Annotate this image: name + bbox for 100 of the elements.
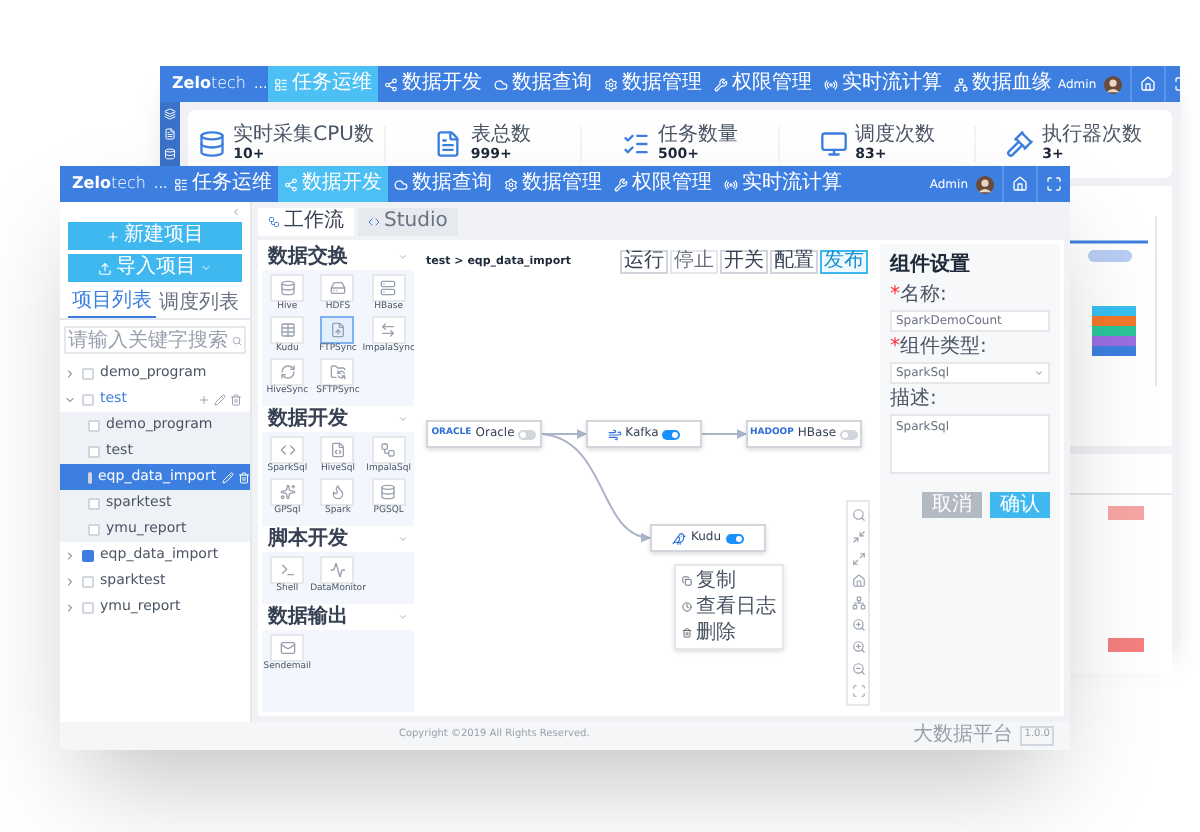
edit-icon[interactable] [214, 393, 226, 405]
stat-label: 实时采集CPU数 [233, 125, 374, 146]
broadcast-icon [724, 177, 738, 191]
database-icon [197, 130, 226, 158]
zoom-in-icon[interactable] [851, 640, 865, 654]
list-icon [274, 77, 288, 91]
nav-tab[interactable]: 权限管理 [708, 66, 818, 102]
product-name: 大数据平台 [912, 726, 1013, 746]
delete-icon[interactable] [230, 393, 242, 405]
nav-tab[interactable]: 数据血缘 [948, 66, 1058, 102]
list-tab[interactable]: 项目列表 [68, 288, 155, 318]
zoom-in-icon[interactable] [851, 618, 865, 632]
document-icon[interactable] [164, 128, 176, 140]
caret-icon[interactable] [64, 601, 76, 613]
caret-icon[interactable] [398, 252, 408, 262]
stat-label: 执行器次数 [1042, 125, 1143, 146]
plus-icon [106, 229, 120, 243]
menu-item[interactable]: 删除 [676, 620, 782, 646]
caret-icon[interactable] [64, 549, 76, 561]
document-icon [434, 130, 463, 158]
section-title: 数据输出 [268, 607, 348, 627]
flame-icon [329, 484, 346, 500]
database-icon[interactable] [164, 148, 176, 160]
workflow-icon [268, 216, 280, 228]
toggle-switch[interactable] [840, 429, 859, 439]
network-icon[interactable] [851, 596, 865, 610]
caret-icon[interactable] [64, 393, 76, 405]
nav-tab[interactable]: 数据管理 [498, 166, 608, 202]
toolbar-button[interactable]: 配置 [770, 250, 818, 274]
caret-icon[interactable] [64, 575, 76, 587]
nav-tab[interactable]: 权限管理 [608, 166, 718, 202]
toolbar-button[interactable]: 运行 [620, 250, 668, 274]
toolbar-button[interactable]: 停止 [670, 250, 718, 274]
toggle-switch[interactable] [725, 533, 744, 543]
expand-icon[interactable] [851, 552, 865, 566]
clock-icon [682, 602, 692, 612]
server-icon [380, 280, 397, 296]
search-icon[interactable] [232, 335, 242, 345]
layers-icon[interactable] [164, 108, 176, 120]
nav-tab[interactable]: 实时流计算 [818, 66, 948, 102]
component-tile[interactable] [320, 316, 355, 344]
code-file-icon [329, 442, 346, 458]
code-icon [279, 442, 296, 458]
field-label: 名称: [900, 286, 947, 306]
list-tab[interactable]: 调度列表 [155, 288, 242, 318]
avatar [1104, 75, 1123, 93]
nav-tab[interactable]: 数据查询 [388, 166, 498, 202]
search-icon[interactable] [851, 508, 865, 522]
editor-tab[interactable]: Studio [358, 208, 458, 236]
bird-icon [672, 531, 687, 545]
nav-tab[interactable]: 任务运维 [168, 166, 278, 202]
toggle-switch[interactable] [518, 429, 537, 439]
gavel-icon [1006, 130, 1035, 158]
avatar [976, 175, 994, 193]
menu-item[interactable]: 复制 [676, 568, 782, 594]
caret-icon[interactable] [398, 534, 408, 544]
settings-icon [604, 77, 618, 91]
caret-icon [200, 262, 212, 274]
wrench-icon [714, 77, 728, 91]
required-mark: * [890, 286, 900, 306]
copy-icon [682, 576, 692, 586]
required-mark: * [890, 338, 900, 358]
section-title: 脚本开发 [268, 529, 348, 549]
stat-label: 调度次数 [855, 125, 936, 146]
collapse-icon[interactable] [230, 206, 242, 218]
logo-text: Zelotech [172, 76, 246, 92]
checkbox[interactable] [82, 549, 94, 561]
add-icon[interactable] [198, 393, 210, 405]
database-icon [380, 484, 397, 500]
nav-tab[interactable]: 数据开发 [378, 66, 488, 102]
folder-sync-icon [329, 364, 346, 380]
stat-label: 表总数 [470, 125, 531, 146]
toolbar-button[interactable]: 开关 [720, 250, 768, 274]
home-icon[interactable] [851, 574, 865, 588]
menu-item[interactable]: 查看日志 [676, 594, 782, 620]
toggle-switch[interactable] [662, 429, 681, 439]
caret-icon[interactable] [398, 612, 408, 622]
logo-text: Zelotech [72, 176, 146, 192]
shrink-icon[interactable] [851, 530, 865, 544]
drive-icon [329, 280, 346, 296]
network-icon [954, 77, 968, 91]
nav-tab[interactable]: 数据管理 [598, 66, 708, 102]
broadcast-icon [824, 77, 838, 91]
stat-label: 任务数量 [657, 125, 738, 146]
caret-icon [1034, 368, 1044, 378]
checklist-icon [621, 130, 650, 158]
list-icon [174, 177, 188, 191]
caret-icon[interactable] [64, 367, 76, 379]
connector-arrow [701, 429, 747, 439]
toolbar-button[interactable]: 发布 [820, 250, 868, 274]
nav-tab[interactable]: 实时流计算 [718, 166, 848, 202]
nav-tab[interactable]: 数据查询 [488, 66, 598, 102]
section-title: 数据交换 [268, 247, 348, 267]
mail-icon [279, 640, 296, 656]
editor-tab[interactable]: 工作流 [258, 208, 354, 236]
fit-icon[interactable] [851, 684, 865, 698]
zoom-out-icon[interactable] [851, 662, 865, 676]
fullscreen-icon[interactable] [1046, 176, 1062, 192]
delete-icon [682, 628, 692, 638]
caret-icon[interactable] [398, 414, 408, 424]
